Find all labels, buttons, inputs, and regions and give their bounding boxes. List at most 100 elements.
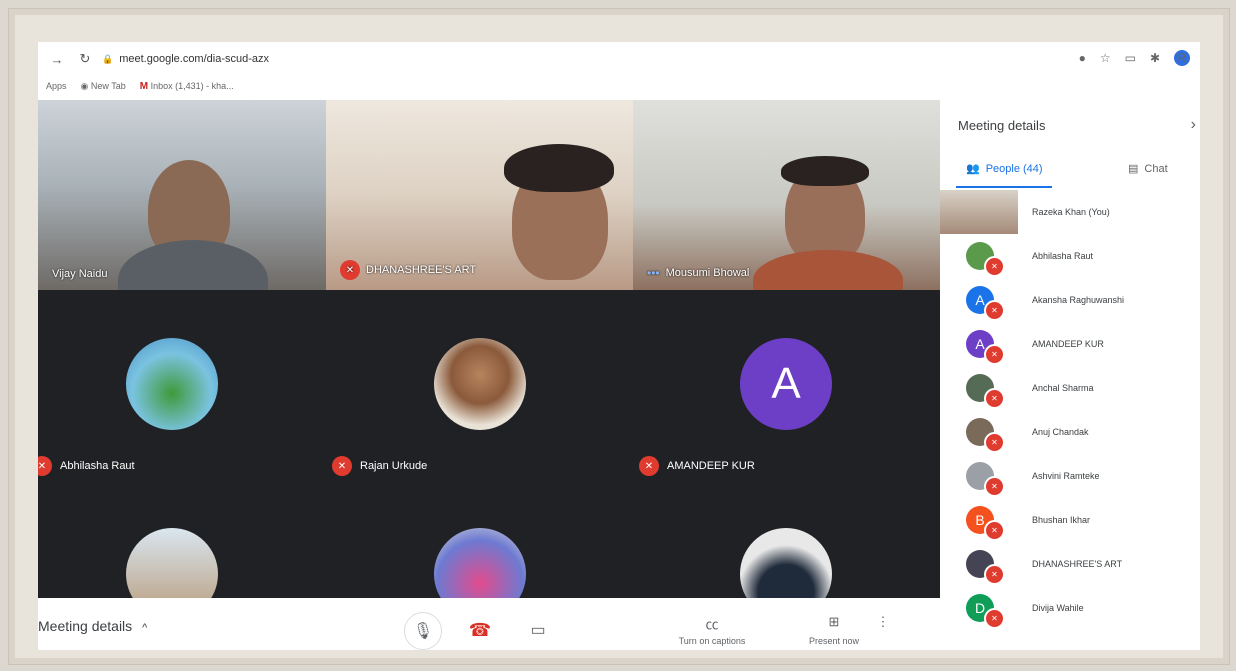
forward-icon[interactable]: → xyxy=(48,52,66,67)
grid-tile-name-label: Rajan Urkude xyxy=(360,460,428,472)
video-camera-icon: ▭ xyxy=(530,622,546,639)
gmail-icon: M xyxy=(139,80,149,92)
docs-icon[interactable]: ▭ xyxy=(1125,51,1136,65)
chevron-up-icon: ^ xyxy=(142,622,148,634)
people-icon: 👥 xyxy=(966,163,980,175)
avatar-leaf xyxy=(126,338,218,430)
tile-name-label: DHANASHREE'S ART xyxy=(366,264,477,276)
participant-name: Akansha Raghuwanshi xyxy=(1032,295,1125,305)
bookmark-new-tab[interactable]: ◉ New Tab xyxy=(81,81,126,92)
mic-off-icon: ✕ xyxy=(332,456,352,476)
meeting-controls: Meeting details ^ 🎙 ☎ ▭ ㏄ Turn on captio… xyxy=(38,598,940,650)
mic-off-icon: ✕ xyxy=(38,456,52,476)
globe-icon: ◉ xyxy=(80,80,89,91)
bookmark-new-tab-label: New Tab xyxy=(90,80,126,91)
bookmark-inbox-label: Inbox (1,431) - kha... xyxy=(150,80,234,91)
camera-button[interactable]: ▭ xyxy=(520,612,556,648)
captions-label[interactable]: Turn on captions xyxy=(662,636,762,646)
mic-off-icon: ✕ xyxy=(984,300,1005,321)
mic-off-icon: ✕ xyxy=(984,344,1005,365)
grid-tile-name: ✕ Rajan Urkude xyxy=(332,456,427,476)
mic-off-icon: ✕ xyxy=(984,564,1005,585)
tile-name-label: Mousumi Bhowal xyxy=(665,267,750,279)
participant-shoulders xyxy=(753,250,903,290)
mic-off-icon: ✕ xyxy=(984,432,1005,453)
meeting-stage: Vijay Naidu ✕ DHANASHREE'S ART ••• Mousu… xyxy=(38,100,940,610)
mic-off-icon: ✕ xyxy=(984,520,1005,541)
chat-icon: ▤ xyxy=(1128,163,1139,175)
tab-chat-label: Chat xyxy=(1144,162,1168,175)
list-item[interactable]: ✕ Anchal Sharma xyxy=(940,366,1200,410)
present-label[interactable]: Present now xyxy=(784,636,884,646)
list-item[interactable]: B ✕ Bhushan Ikhar xyxy=(940,498,1200,542)
browser-window: → ↻ 🔒 meet.google.com/dia-scud-azx ● ☆ ▭… xyxy=(38,42,1200,650)
meeting-details-label: Meeting details xyxy=(38,618,133,634)
bookmarks-bar: Apps ◉ New Tab M Inbox (1,431) - kha... xyxy=(38,76,1200,96)
participant-shoulders xyxy=(118,240,268,290)
tile-name-label: Vijay Naidu xyxy=(52,268,108,280)
more-options-icon[interactable]: ⋮ xyxy=(868,614,898,630)
bookmark-inbox[interactable]: M Inbox (1,431) - kha... xyxy=(140,81,234,92)
panel-tabs: 👥 People (44) ▤ Chat xyxy=(956,158,1192,188)
url-field[interactable]: 🔒 meet.google.com/dia-scud-azx xyxy=(102,53,269,65)
microphone-button[interactable]: 🎙 xyxy=(404,612,442,650)
list-item[interactable]: ✕ DHANASHREE'S ART xyxy=(940,542,1200,586)
grid-tile-name-label: AMANDEEP KUR xyxy=(667,460,755,472)
video-tile[interactable]: ••• Mousumi Bhowal xyxy=(633,100,940,290)
mic-off-icon: ✕ xyxy=(984,256,1005,277)
participant-name: Anchal Sharma xyxy=(1032,383,1094,393)
participant-name: Razeka Khan (You) xyxy=(1032,207,1110,217)
panel-title: Meeting details xyxy=(958,118,1046,133)
url-text: meet.google.com/dia-scud-azx xyxy=(119,53,270,65)
participant-name: Divija Wahile xyxy=(1032,603,1084,613)
star-icon[interactable]: ☆ xyxy=(1100,51,1111,65)
reload-icon[interactable]: ↻ xyxy=(76,51,94,67)
tile-name: Vijay Naidu xyxy=(52,268,107,280)
bookmark-apps[interactable]: Apps xyxy=(46,81,67,91)
close-panel-icon[interactable]: › xyxy=(1191,116,1196,134)
video-tile[interactable]: Vijay Naidu xyxy=(38,100,326,290)
list-item[interactable]: D ✕ Divija Wahile xyxy=(940,586,1200,630)
mic-off-icon: ✕ xyxy=(340,260,360,280)
list-item[interactable]: A ✕ AMANDEEP KUR xyxy=(940,322,1200,366)
self-video-thumbnail xyxy=(940,190,1018,234)
list-item[interactable]: ✕ Anuj Chandak xyxy=(940,410,1200,454)
grid-tile-name: ✕ AMANDEEP KUR xyxy=(639,456,755,476)
address-bar: → ↻ 🔒 meet.google.com/dia-scud-azx ● ☆ ▭… xyxy=(38,42,1200,76)
camera-icon[interactable]: ● xyxy=(1079,51,1086,65)
profile-avatar[interactable]: R xyxy=(1174,50,1190,66)
participant-name: Anuj Chandak xyxy=(1032,427,1089,437)
active-tab-indicator xyxy=(956,186,1052,188)
tab-people[interactable]: 👥 People (44) xyxy=(966,162,1043,176)
leave-call-button[interactable]: ☎ xyxy=(462,612,498,648)
participant-hair xyxy=(504,144,614,192)
participant-name: Bhushan Ikhar xyxy=(1032,515,1091,525)
captions-icon[interactable]: ㏄ xyxy=(662,614,762,633)
mic-off-icon: ✕ xyxy=(984,476,1005,497)
people-list: Razeka Khan (You) ✕ Abhilasha Raut A ✕ A… xyxy=(940,190,1200,630)
tab-chat[interactable]: ▤ Chat xyxy=(1128,162,1168,176)
grid-tile-name-label: Abhilasha Raut xyxy=(60,460,135,472)
mic-off-icon: ✕ xyxy=(984,388,1005,409)
list-item[interactable]: A ✕ Akansha Raghuwanshi xyxy=(940,278,1200,322)
extensions-icon[interactable]: ✱ xyxy=(1150,51,1160,65)
tile-name: ✕ DHANASHREE'S ART xyxy=(340,260,476,280)
avatar-photo xyxy=(434,338,526,430)
grid-tile-name: ✕ Abhilasha Raut xyxy=(38,456,135,476)
list-item[interactable]: ✕ Ashvini Ramteke xyxy=(940,454,1200,498)
mic-off-icon: ✕ xyxy=(639,456,659,476)
meeting-details-panel: Meeting details › 👥 People (44) ▤ Chat R… xyxy=(940,100,1200,650)
lock-icon: 🔒 xyxy=(102,53,114,64)
list-item[interactable]: Razeka Khan (You) xyxy=(940,190,1200,234)
tab-people-label: People (44) xyxy=(985,162,1043,175)
microphone-icon: 🎙 xyxy=(412,623,434,640)
list-item[interactable]: ✕ Abhilasha Raut xyxy=(940,234,1200,278)
participant-name: Ashvini Ramteke xyxy=(1032,471,1100,481)
phone-hangup-icon: ☎ xyxy=(468,619,492,640)
speaking-icon: ••• xyxy=(647,266,660,280)
video-tile[interactable]: ✕ DHANASHREE'S ART xyxy=(326,100,633,290)
mic-off-icon: ✕ xyxy=(984,608,1005,629)
participant-name: DHANASHREE'S ART xyxy=(1032,559,1123,569)
participant-name: AMANDEEP KUR xyxy=(1032,339,1104,349)
meeting-details-toggle[interactable]: Meeting details ^ xyxy=(38,618,147,634)
